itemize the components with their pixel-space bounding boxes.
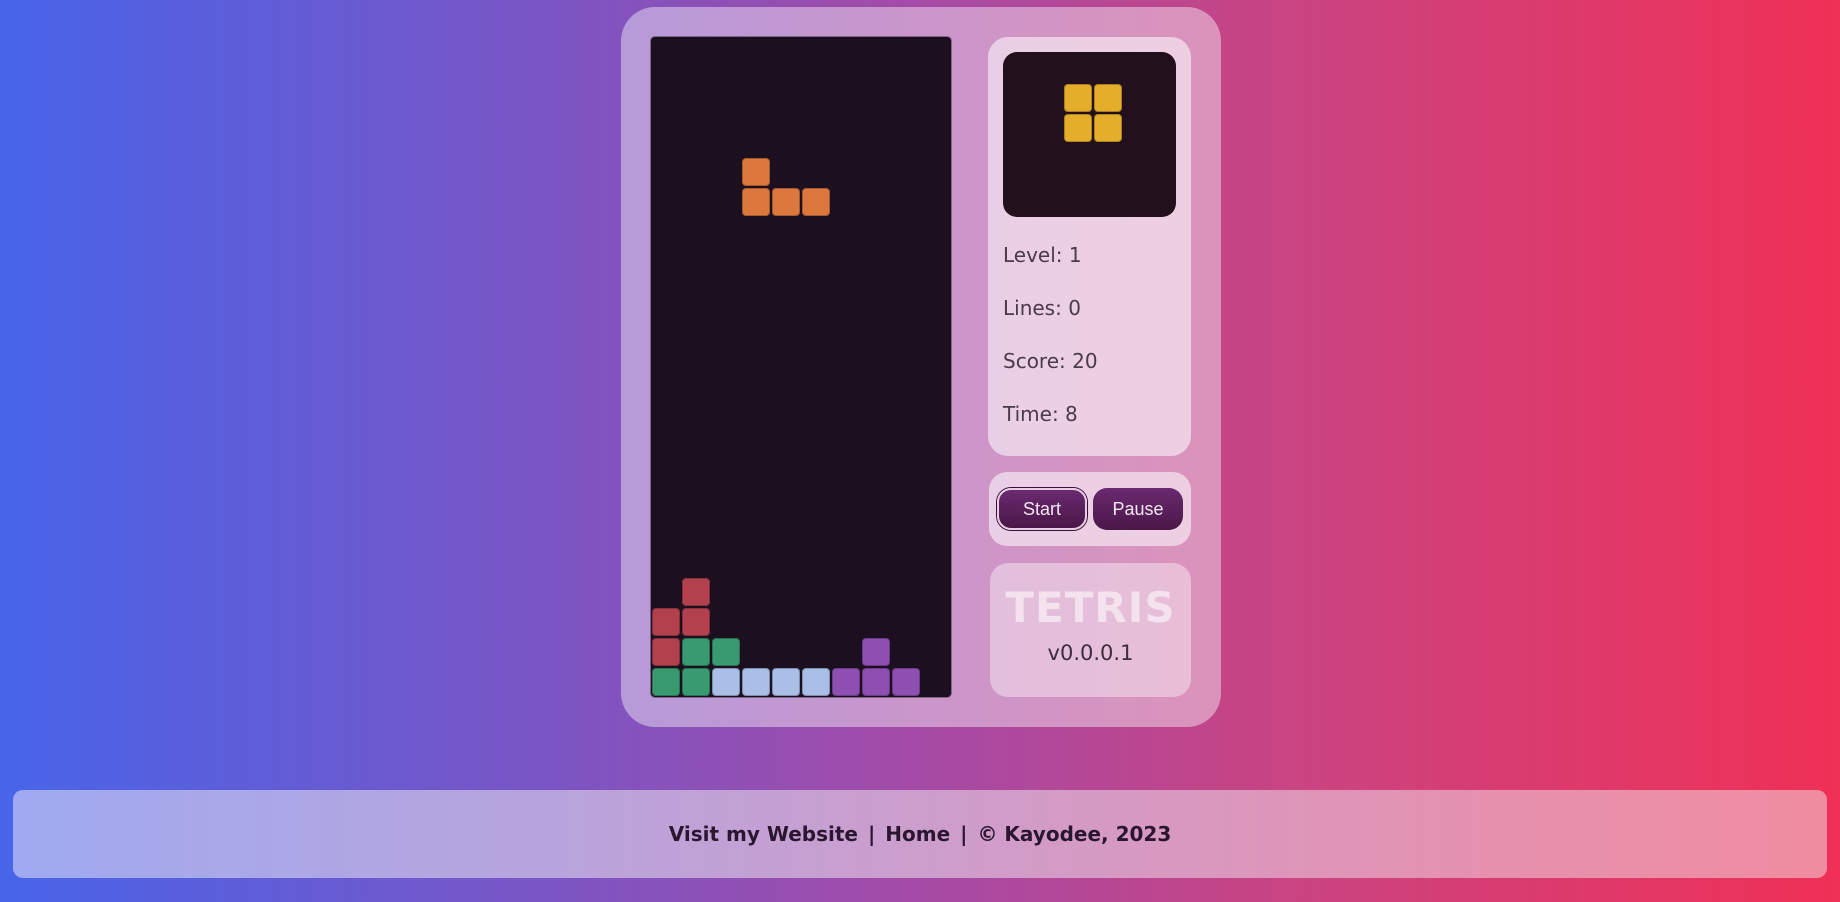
copyright-text: © Kayodee, 2023 bbox=[977, 822, 1172, 846]
next-piece-block bbox=[1064, 84, 1092, 112]
stacked-block bbox=[682, 578, 710, 606]
game-title: TETRIS bbox=[1005, 583, 1176, 632]
next-piece-preview bbox=[1003, 52, 1176, 217]
stacked-block bbox=[712, 668, 740, 696]
lines-stat: Lines: 0 bbox=[1003, 296, 1081, 320]
falling-block bbox=[742, 188, 770, 216]
footer-separator: | bbox=[867, 822, 876, 846]
home-link[interactable]: Home bbox=[885, 822, 950, 846]
start-button[interactable]: Start bbox=[997, 488, 1087, 530]
stacked-block bbox=[682, 668, 710, 696]
footer: Visit my Website | Home | © Kayodee, 202… bbox=[13, 790, 1827, 878]
footer-separator: | bbox=[960, 822, 968, 846]
falling-block bbox=[802, 188, 830, 216]
stacked-block bbox=[802, 668, 830, 696]
falling-block bbox=[772, 188, 800, 216]
stacked-block bbox=[892, 668, 920, 696]
stacked-block bbox=[862, 638, 890, 666]
stacked-block bbox=[682, 608, 710, 636]
stacked-block bbox=[652, 638, 680, 666]
next-piece-block bbox=[1094, 84, 1122, 112]
stacked-block bbox=[652, 608, 680, 636]
version-label: v0.0.0.1 bbox=[1047, 641, 1134, 665]
next-piece-block bbox=[1094, 114, 1122, 142]
next-piece-block bbox=[1064, 114, 1092, 142]
game-board bbox=[651, 37, 951, 697]
stacked-block bbox=[682, 638, 710, 666]
stacked-block bbox=[772, 668, 800, 696]
time-stat: Time: 8 bbox=[1003, 402, 1078, 426]
stacked-block bbox=[742, 668, 770, 696]
stacked-block bbox=[832, 668, 860, 696]
stacked-block bbox=[712, 638, 740, 666]
falling-block bbox=[742, 158, 770, 186]
pause-button[interactable]: Pause bbox=[1093, 488, 1183, 530]
website-link[interactable]: Visit my Website bbox=[669, 822, 858, 846]
score-stat: Score: 20 bbox=[1003, 349, 1098, 373]
level-stat: Level: 1 bbox=[1003, 243, 1082, 267]
stacked-block bbox=[862, 668, 890, 696]
stacked-block bbox=[652, 668, 680, 696]
